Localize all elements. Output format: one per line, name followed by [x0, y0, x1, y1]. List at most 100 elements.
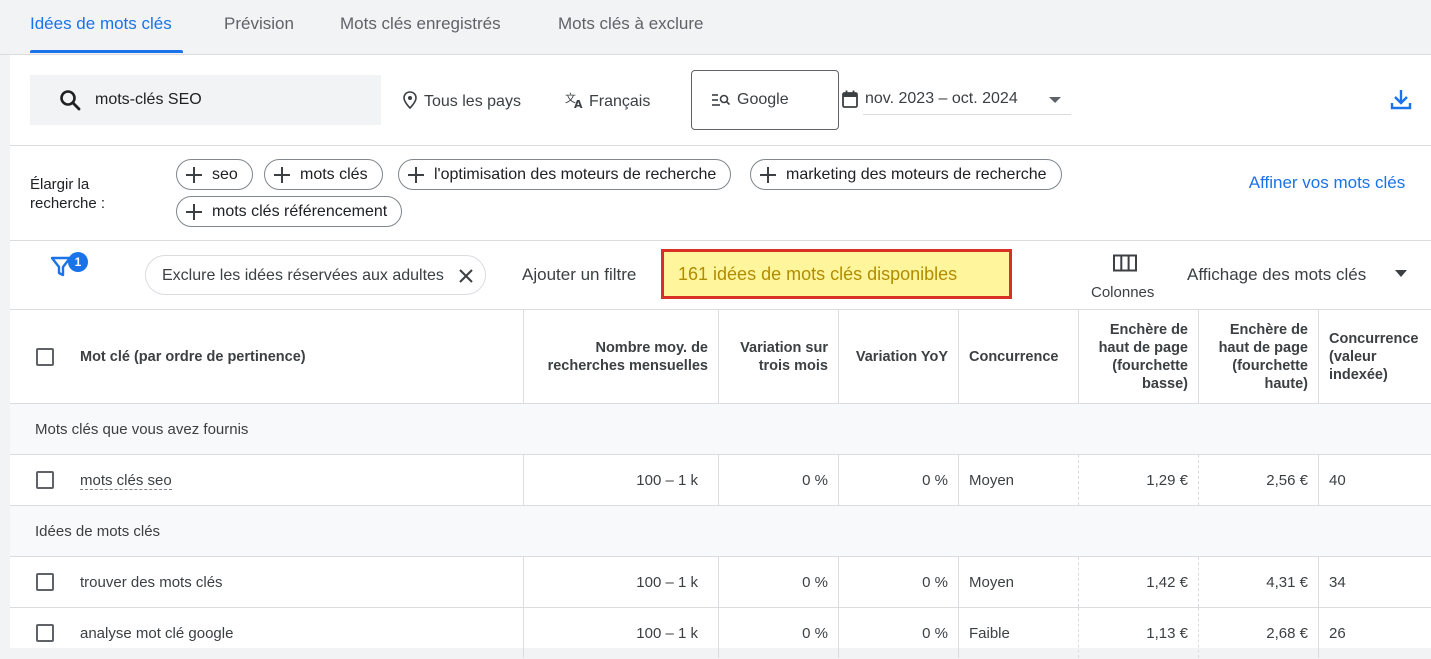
suggestion-chip[interactable]: mots clés référencement	[176, 196, 403, 227]
columns-icon[interactable]	[1113, 254, 1137, 272]
column-header-bid-low[interactable]: Enchère de haut de page (fourchette bass…	[1088, 310, 1188, 403]
columns-button-label[interactable]: Colonnes	[1091, 284, 1154, 301]
language-selector[interactable]: 文 A Français	[565, 91, 650, 111]
filter-count-badge: 1	[68, 252, 88, 272]
yoy-change-cell: 0 %	[922, 625, 948, 642]
row-checkbox[interactable]	[36, 471, 54, 489]
suggestion-chip[interactable]: seo	[176, 159, 253, 190]
column-divider	[1078, 608, 1079, 658]
calendar-icon	[842, 90, 858, 108]
add-filter-button[interactable]: Ajouter un filtre	[522, 265, 636, 285]
column-divider	[958, 310, 959, 403]
active-tab-indicator	[30, 50, 183, 53]
suggestion-chip[interactable]: marketing des moteurs de recherche	[750, 159, 1062, 190]
group-label: Idées de mots clés	[35, 523, 161, 540]
select-all-checkbox[interactable]	[36, 348, 54, 366]
suggestion-chip[interactable]: l'optimisation des moteurs de recherche	[398, 159, 732, 190]
avg-searches-cell: 100 – 1 k	[636, 574, 698, 591]
three-month-change-cell: 0 %	[802, 625, 828, 642]
tab-saved-keywords[interactable]: Mots clés enregistrés	[340, 14, 501, 34]
chip-label: mots clés	[300, 166, 368, 183]
tab-keyword-ideas[interactable]: Idées de mots clés	[30, 14, 172, 34]
competition-index-cell: 26	[1329, 625, 1346, 642]
keyword-cell[interactable]: analyse mot clé google	[80, 625, 233, 642]
suggestion-chip[interactable]: mots clés	[264, 159, 383, 190]
column-divider	[523, 455, 524, 505]
table-row: analyse mot clé google 100 – 1 k 0 % 0 %…	[10, 608, 1431, 659]
plus-icon	[759, 166, 776, 183]
three-month-change-cell: 0 %	[802, 574, 828, 591]
column-header-avg-searches[interactable]: Nombre moy. de recherches mensuelles	[543, 310, 708, 403]
column-divider	[718, 557, 719, 607]
date-range-selector[interactable]: nov. 2023 – oct. 2024	[842, 83, 1071, 115]
download-icon[interactable]	[1390, 88, 1412, 110]
exclude-adult-filter-chip[interactable]: Exclure les idées réservées aux adultes	[145, 255, 486, 295]
row-checkbox[interactable]	[36, 573, 54, 591]
column-divider	[1318, 310, 1319, 403]
exclude-adult-label: Exclure les idées réservées aux adultes	[162, 267, 444, 284]
column-divider	[523, 557, 524, 607]
column-header-competition-index[interactable]: Concurrence (valeur indexée)	[1329, 310, 1429, 403]
ideas-count-highlight: 161 idées de mots clés disponibles	[661, 249, 1012, 299]
location-selector[interactable]: Tous les pays	[402, 91, 521, 111]
plus-icon	[407, 166, 424, 183]
search-input[interactable]: mots-clés SEO	[30, 75, 381, 125]
column-header-yoy-change[interactable]: Variation YoY	[848, 310, 948, 403]
column-divider	[1318, 557, 1319, 607]
location-label: Tous les pays	[424, 93, 521, 110]
column-header-three-month-change[interactable]: Variation sur trois mois	[728, 310, 828, 403]
keyword-view-selector[interactable]: Affichage des mots clés	[1187, 265, 1366, 285]
keyword-cell[interactable]: mots clés seo	[80, 472, 172, 490]
column-header-competition[interactable]: Concurrence	[969, 310, 1079, 403]
column-divider	[1078, 557, 1079, 607]
column-header-bid-high[interactable]: Enchère de haut de page (fourchette haut…	[1208, 310, 1308, 403]
column-divider	[838, 455, 839, 505]
column-divider	[523, 608, 524, 658]
column-divider	[958, 557, 959, 607]
refine-keywords-link[interactable]: Affiner vos mots clés	[1246, 172, 1408, 194]
plus-icon	[185, 203, 202, 220]
column-divider	[1198, 455, 1199, 505]
group-header-provided: Mots clés que vous avez fournis	[10, 404, 1431, 455]
column-divider	[838, 608, 839, 658]
column-divider	[1198, 608, 1199, 658]
plus-icon	[185, 166, 202, 183]
chip-label: marketing des moteurs de recherche	[786, 166, 1047, 183]
plus-icon	[273, 166, 290, 183]
competition-cell: Moyen	[969, 472, 1015, 489]
competition-cell: Faible	[969, 625, 1010, 642]
network-label: Google	[737, 91, 789, 108]
column-divider	[958, 608, 959, 658]
location-pin-icon	[403, 91, 417, 110]
main-panel: mots-clés SEO Tous les pays 文 A Français…	[10, 55, 1431, 658]
keyword-cell[interactable]: trouver des mots clés	[80, 574, 223, 591]
close-icon[interactable]	[458, 268, 474, 284]
column-divider	[1198, 557, 1199, 607]
competition-index-cell: 34	[1329, 574, 1346, 591]
yoy-change-cell: 0 %	[922, 574, 948, 591]
row-checkbox[interactable]	[36, 624, 54, 642]
column-divider	[718, 608, 719, 658]
bid-high-cell: 4,31 €	[1266, 574, 1308, 591]
divider	[10, 145, 1431, 146]
network-selector[interactable]: Google	[691, 70, 839, 130]
tab-bar: Idées de mots clés Prévision Mots clés e…	[0, 0, 1431, 55]
yoy-change-cell: 0 %	[922, 472, 948, 489]
avg-searches-cell: 100 – 1 k	[636, 472, 698, 489]
table-row: mots clés seo 100 – 1 k 0 % 0 % Moyen 1,…	[10, 455, 1431, 506]
column-divider	[718, 455, 719, 505]
tab-negative-keywords[interactable]: Mots clés à exclure	[558, 14, 704, 34]
three-month-change-cell: 0 %	[802, 472, 828, 489]
group-label: Mots clés que vous avez fournis	[35, 421, 249, 438]
chip-label: seo	[212, 166, 238, 183]
search-network-icon	[712, 94, 730, 106]
column-header-keyword[interactable]: Mot clé (par ordre de pertinence)	[80, 310, 520, 403]
column-divider	[1078, 455, 1079, 505]
column-divider	[1318, 455, 1319, 505]
competition-cell: Moyen	[969, 574, 1015, 591]
date-range-label: nov. 2023 – oct. 2024	[865, 90, 1018, 107]
column-divider	[838, 557, 839, 607]
tab-forecast[interactable]: Prévision	[224, 14, 294, 34]
divider	[10, 240, 1431, 241]
language-label: Français	[589, 93, 651, 110]
